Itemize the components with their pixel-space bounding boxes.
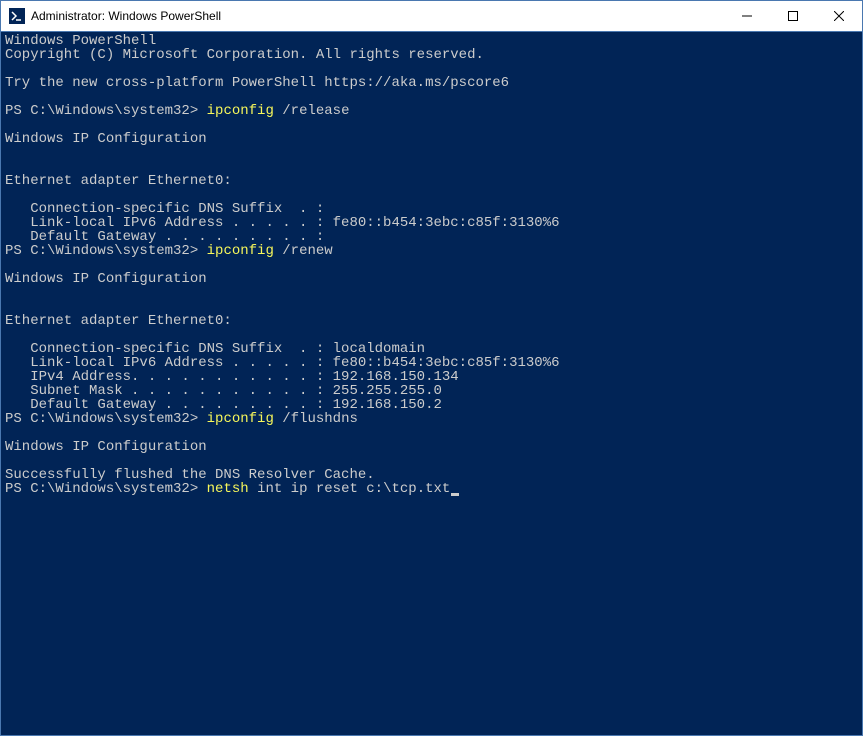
prompt-text: PS C:\Windows\system32> [5,411,207,427]
terminal-line: IPv4 Address. . . . . . . . . . . : 192.… [5,370,858,384]
command-args: /flushdns [282,411,358,427]
terminal-line [5,258,858,272]
command-text: ipconfig [207,411,283,427]
terminal-line: Link-local IPv6 Address . . . . . : fe80… [5,216,858,230]
terminal-line [5,118,858,132]
command-args: /release [282,103,349,119]
terminal-line [5,146,858,160]
maximize-icon [788,11,798,21]
powershell-icon [9,8,25,24]
close-button[interactable] [816,1,862,31]
terminal-line: PS C:\Windows\system32> ipconfig /flushd… [5,412,858,426]
terminal-line: Link-local IPv6 Address . . . . . : fe80… [5,356,858,370]
command-text: netsh [207,481,257,497]
terminal-line: Subnet Mask . . . . . . . . . . . : 255.… [5,384,858,398]
terminal-line: Windows IP Configuration [5,272,858,286]
terminal-line: Default Gateway . . . . . . . . . : [5,230,858,244]
terminal-line [5,62,858,76]
command-text: ipconfig [207,103,283,119]
terminal-line: Copyright (C) Microsoft Corporation. All… [5,48,858,62]
terminal-line: Windows IP Configuration [5,132,858,146]
terminal-line [5,300,858,314]
terminal-line [5,188,858,202]
terminal-line [5,426,858,440]
terminal-line: Successfully flushed the DNS Resolver Ca… [5,468,858,482]
terminal-line: PS C:\Windows\system32> ipconfig /renew [5,244,858,258]
terminal-line: Windows IP Configuration [5,440,858,454]
cursor [451,493,459,496]
command-args: int ip reset c:\tcp.txt [257,481,450,497]
terminal-line: Connection-specific DNS Suffix . : local… [5,342,858,356]
close-icon [834,11,844,21]
maximize-button[interactable] [770,1,816,31]
terminal-line: Connection-specific DNS Suffix . : [5,202,858,216]
terminal-output[interactable]: Windows PowerShellCopyright (C) Microsof… [1,32,862,735]
terminal-line [5,286,858,300]
terminal-line: Ethernet adapter Ethernet0: [5,314,858,328]
prompt-text: PS C:\Windows\system32> [5,243,207,259]
terminal-line [5,454,858,468]
terminal-line [5,328,858,342]
terminal-line: PS C:\Windows\system32> ipconfig /releas… [5,104,858,118]
command-text: ipconfig [207,243,283,259]
prompt-text: PS C:\Windows\system32> [5,481,207,497]
minimize-icon [742,11,752,21]
minimize-button[interactable] [724,1,770,31]
window-title: Administrator: Windows PowerShell [31,9,221,23]
terminal-line: Ethernet adapter Ethernet0: [5,174,858,188]
titlebar[interactable]: Administrator: Windows PowerShell [1,1,862,32]
terminal-line: Default Gateway . . . . . . . . . : 192.… [5,398,858,412]
terminal-line: PS C:\Windows\system32> netsh int ip res… [5,482,858,496]
terminal-line: Windows PowerShell [5,34,858,48]
prompt-text: PS C:\Windows\system32> [5,103,207,119]
powershell-window: Administrator: Windows PowerShell Window… [0,0,863,736]
terminal-line [5,90,858,104]
terminal-line: Try the new cross-platform PowerShell ht… [5,76,858,90]
command-args: /renew [282,243,332,259]
terminal-line [5,160,858,174]
